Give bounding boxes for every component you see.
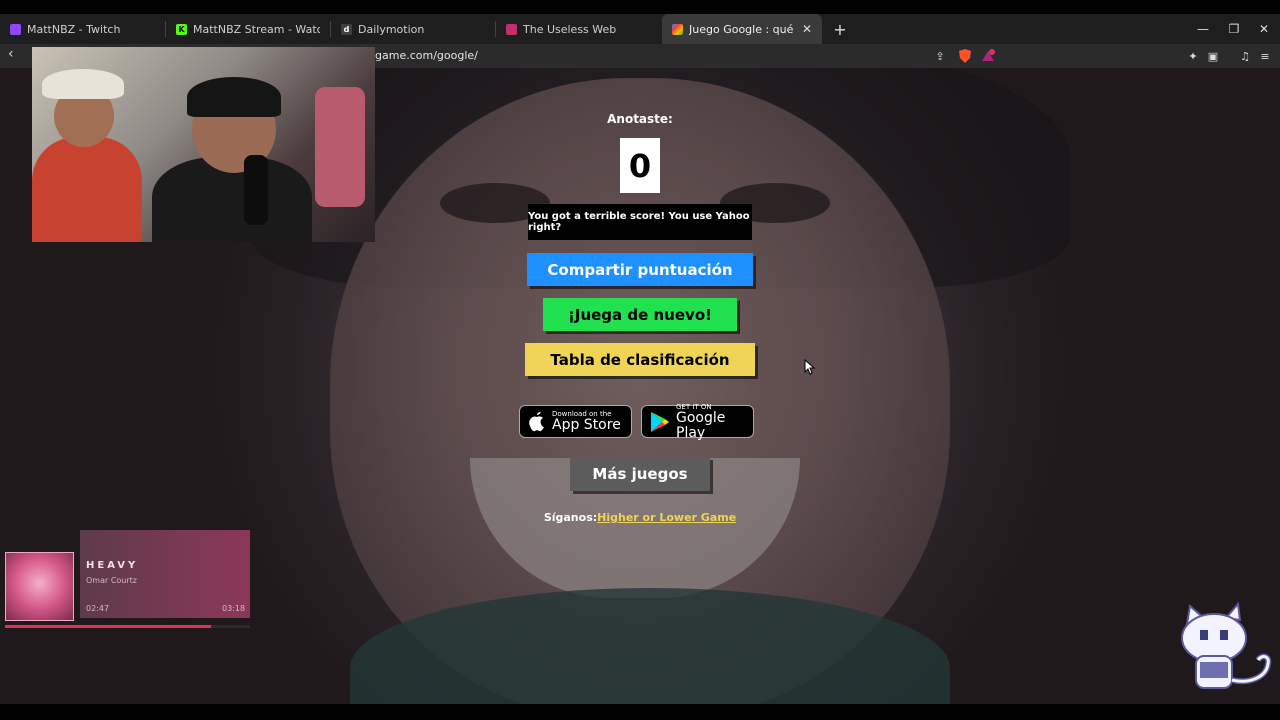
share-icon[interactable]: ⇪ xyxy=(932,48,948,64)
url-field[interactable]: game.com/google/ xyxy=(375,49,478,62)
top-strip xyxy=(0,0,1280,14)
song-artist: Omar Courtz xyxy=(86,576,137,585)
follow-prefix: Síganos: xyxy=(543,511,598,524)
close-window-icon[interactable]: ✕ xyxy=(1249,14,1279,44)
google-play-big: Google Play xyxy=(676,409,726,441)
webcam-microphone xyxy=(244,155,268,225)
close-tab-icon[interactable]: ✕ xyxy=(802,22,812,36)
score-message: You got a terrible score! You use Yahoo … xyxy=(528,204,752,240)
google-play-badge[interactable]: GET IT ON Google Play xyxy=(641,403,754,441)
share-score-button[interactable]: Compartir puntuación xyxy=(527,253,753,286)
extensions-icon[interactable]: ✦ xyxy=(1185,48,1201,64)
score-value: 0 xyxy=(620,138,660,193)
now-playing-widget: HEAVY Omar Courtz 02:47 03:18 xyxy=(5,530,250,630)
total-time: 03:18 xyxy=(222,604,246,613)
brave-shield-icon[interactable] xyxy=(957,48,973,64)
app-store-text: Download on the App Store xyxy=(552,410,621,433)
score-label: Anotaste: xyxy=(607,112,673,126)
webcam-background-cloth xyxy=(315,87,365,207)
wallet-icon[interactable]: ▣ xyxy=(1205,48,1221,64)
webcam-person-left-shirt xyxy=(32,137,142,242)
webcam-person-right-hair xyxy=(187,77,281,117)
tab-bar: MattNBZ - Twitch K MattNBZ Stream - Watc… xyxy=(0,14,1280,44)
webcam-overlay xyxy=(32,47,375,242)
follow-us: Síganos:Higher or Lower Game xyxy=(480,511,800,524)
tab-label: Juego Google : qué hace que Google xyxy=(689,22,794,36)
apple-icon xyxy=(528,411,546,432)
google-play-icon xyxy=(650,411,670,433)
album-art xyxy=(5,552,74,621)
music-note-icon[interactable]: ♫ xyxy=(1237,48,1253,64)
tab-label: MattNBZ - Twitch xyxy=(27,22,121,36)
restore-icon[interactable]: ❐ xyxy=(1219,14,1249,44)
game-favicon-icon xyxy=(672,23,683,35)
webcam-person-left-hat xyxy=(42,69,124,99)
google-play-text: GET IT ON Google Play xyxy=(676,403,745,441)
tab-dailymotion[interactable]: d Dailymotion xyxy=(331,14,495,44)
more-games-button[interactable]: Más juegos xyxy=(570,457,710,491)
new-tab-button[interactable]: + xyxy=(830,20,850,39)
leaderboard-button[interactable]: Tabla de clasificación xyxy=(525,343,755,376)
twitch-icon xyxy=(10,23,21,35)
tab-useless-web[interactable]: The Useless Web xyxy=(496,14,660,44)
minimize-icon[interactable]: — xyxy=(1188,14,1218,44)
mouse-cursor-icon xyxy=(804,359,816,375)
app-store-badge[interactable]: Download on the App Store xyxy=(519,405,632,438)
kick-icon: K xyxy=(176,23,187,35)
song-progress-fill xyxy=(5,625,211,628)
play-again-button[interactable]: ¡Juega de nuevo! xyxy=(543,298,737,331)
follow-link[interactable]: Higher or Lower Game xyxy=(597,511,736,524)
tab-label: MattNBZ Stream - Watch Live on Kick xyxy=(193,22,320,36)
dailymotion-icon: d xyxy=(341,23,352,35)
useless-web-icon xyxy=(506,23,517,35)
song-progress-track xyxy=(5,625,250,628)
menu-icon[interactable]: ≡ xyxy=(1257,48,1273,64)
tab-juego-google[interactable]: Juego Google : qué hace que Google ✕ xyxy=(662,14,822,44)
tab-label: The Useless Web xyxy=(523,22,617,36)
pixel-cat-mascot xyxy=(1181,601,1272,689)
tab-kick[interactable]: K MattNBZ Stream - Watch Live on Kick xyxy=(166,14,330,44)
song-title: HEAVY xyxy=(86,560,139,571)
tab-label: Dailymotion xyxy=(358,22,425,36)
rewards-icon[interactable] xyxy=(980,48,996,64)
tab-twitch[interactable]: MattNBZ - Twitch xyxy=(0,14,165,44)
bottom-bar xyxy=(0,704,1280,720)
app-store-big: App Store xyxy=(552,417,621,433)
current-time: 02:47 xyxy=(86,604,110,613)
screen: MattNBZ - Twitch K MattNBZ Stream - Watc… xyxy=(0,0,1280,720)
back-arrow-icon[interactable]: ‹ xyxy=(8,46,14,62)
